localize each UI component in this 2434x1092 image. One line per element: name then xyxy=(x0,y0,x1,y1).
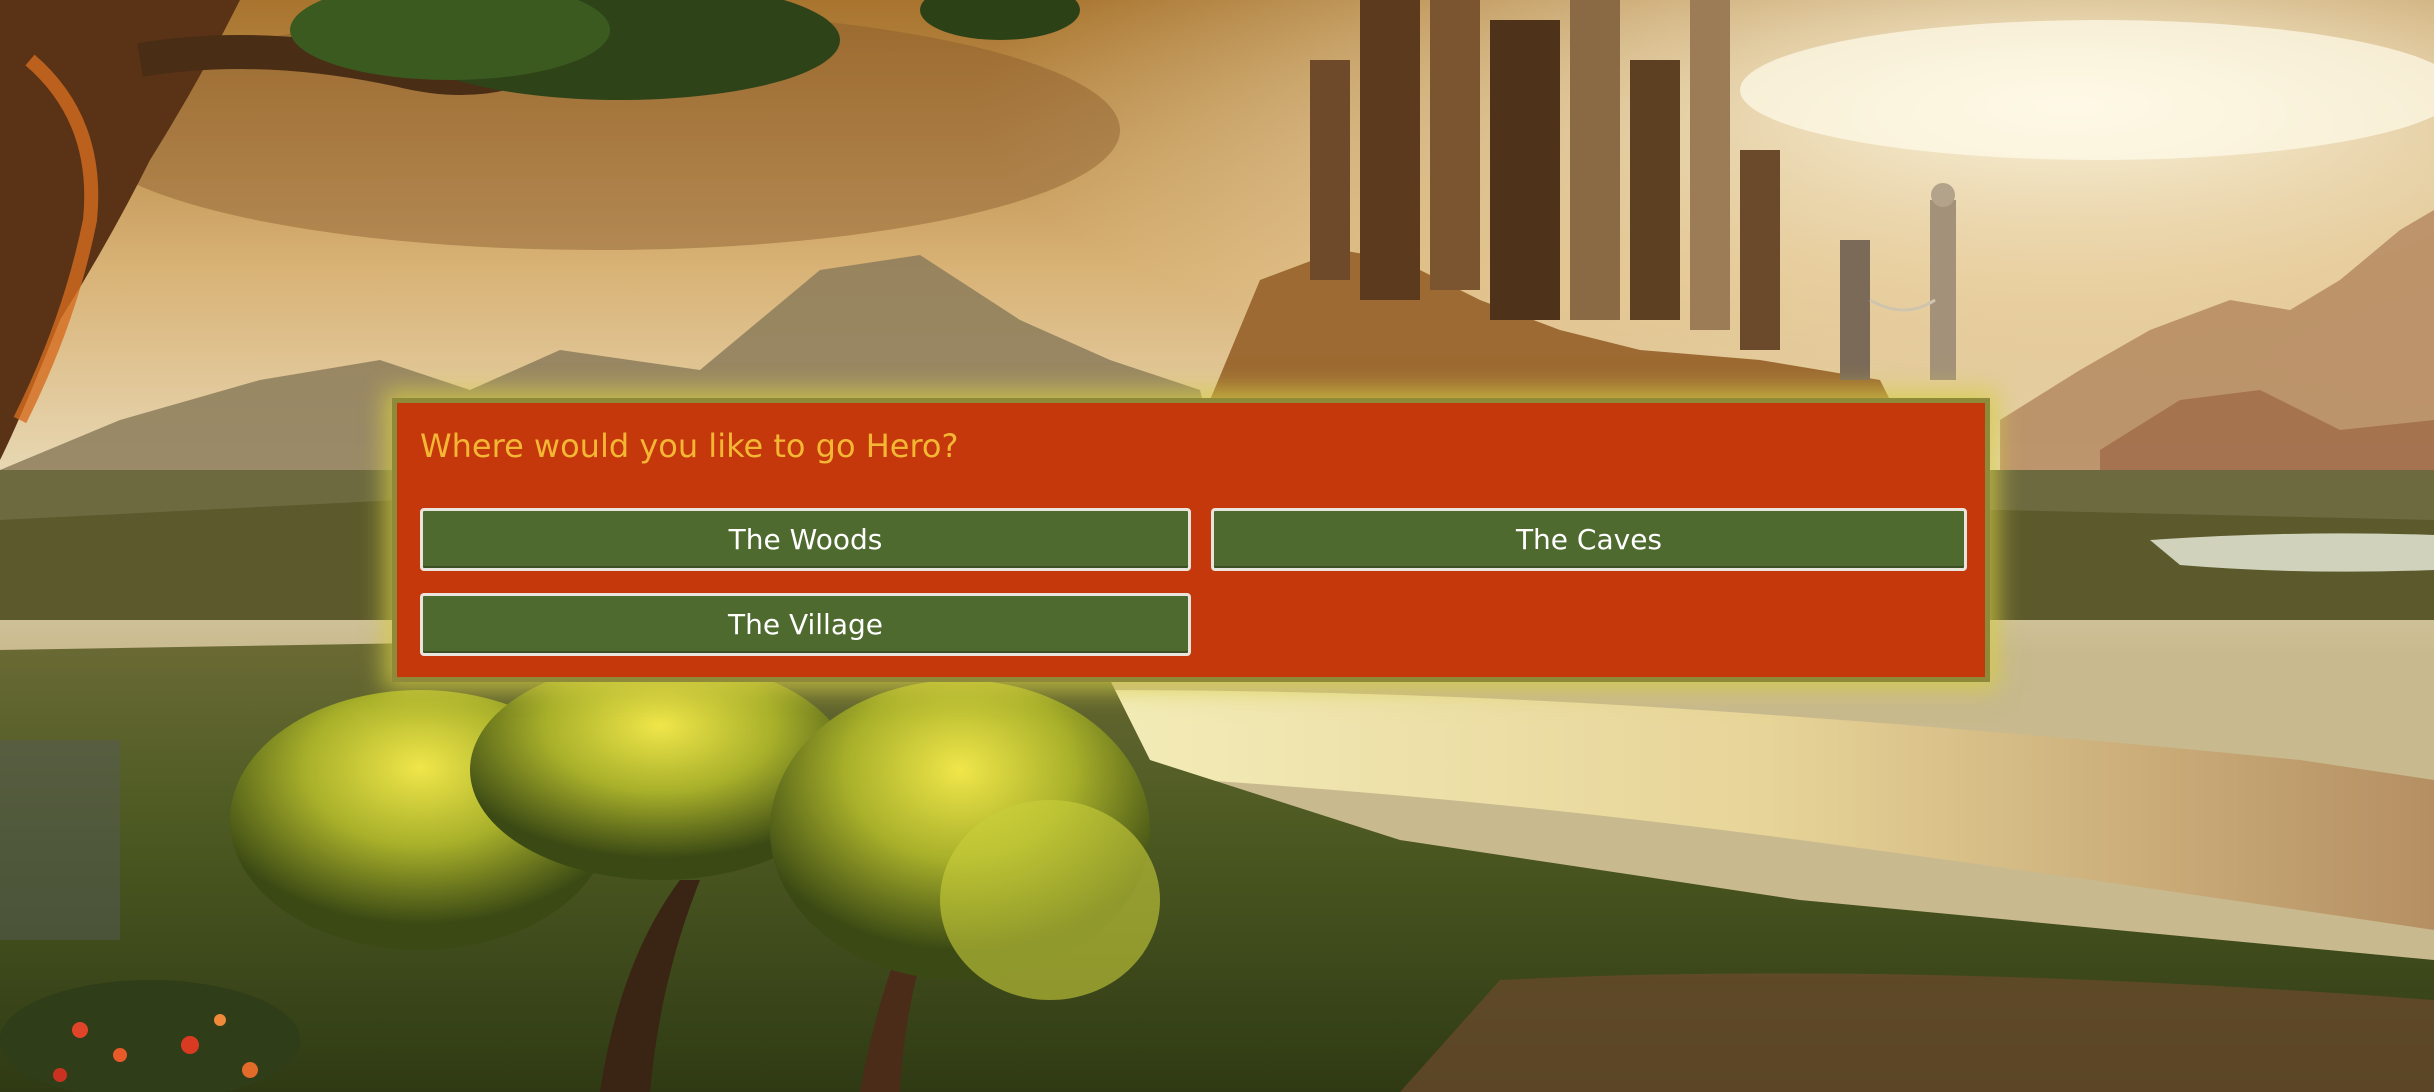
dialog-prompt: Where would you like to go Hero? xyxy=(420,427,959,465)
choice-button-caves[interactable]: The Caves xyxy=(1211,508,1967,571)
choice-button-woods[interactable]: The Woods xyxy=(420,508,1191,571)
destination-dialog: Where would you like to go Hero? The Woo… xyxy=(392,398,1990,682)
choice-button-village[interactable]: The Village xyxy=(420,593,1191,656)
